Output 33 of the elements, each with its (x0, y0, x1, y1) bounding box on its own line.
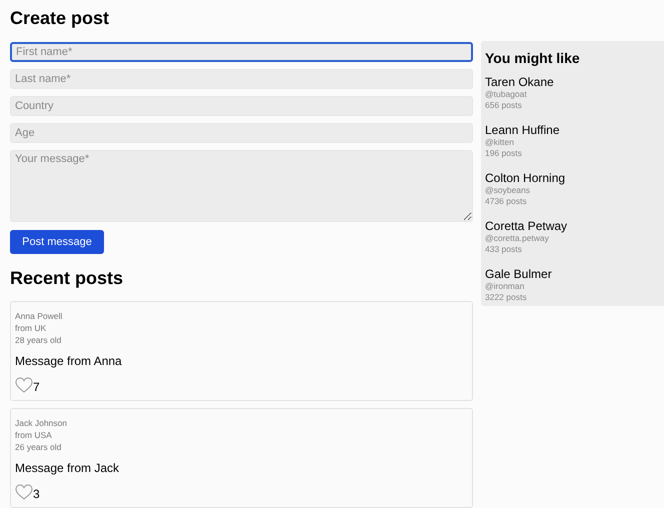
section-heading: Recent posts (10, 267, 124, 289)
sidebar-heading: You might like (485, 49, 581, 67)
heart-icon[interactable] (15, 377, 33, 393)
author-country: from UK (15, 322, 48, 334)
post-count: 196 posts (485, 148, 523, 159)
heart-icon[interactable] (15, 484, 33, 500)
author-name: Anna Powell (15, 310, 64, 322)
user-handle: @coretta.petway (485, 233, 550, 244)
user-handle: @kitten (485, 137, 515, 148)
input-field[interactable]: First name* (10, 42, 473, 62)
user-handle: @tubagoat (485, 89, 528, 100)
post-button[interactable]: Post message (10, 230, 104, 254)
author-age: 28 years old (15, 334, 62, 346)
page-heading: Create post (10, 7, 110, 29)
like-count: 3 (33, 488, 40, 500)
post-message: Message from Anna (15, 353, 123, 369)
user-name[interactable]: Leann Huffine (485, 123, 660, 137)
author-country: from USA (15, 429, 53, 441)
author-age: 26 years old (15, 441, 62, 453)
post-count: 656 posts (485, 100, 523, 111)
post-message: Message from Jack (15, 460, 120, 476)
like-count: 7 (33, 381, 40, 393)
user-name[interactable]: Taren Okane (485, 75, 660, 89)
post-count: 433 posts (485, 244, 523, 255)
post-count: 4736 posts (485, 196, 528, 207)
user-handle: @soybeans (485, 185, 532, 196)
user-name[interactable]: Gale Bulmer (485, 267, 660, 281)
post-count: 3222 posts (485, 292, 528, 303)
message-field[interactable]: Your message* (10, 150, 473, 222)
user-handle: @ironman (485, 281, 526, 292)
author-name: Jack Johnson (15, 417, 68, 429)
user-name[interactable]: Coretta Petway (485, 219, 660, 233)
user-name[interactable]: Colton Horning (485, 171, 660, 185)
